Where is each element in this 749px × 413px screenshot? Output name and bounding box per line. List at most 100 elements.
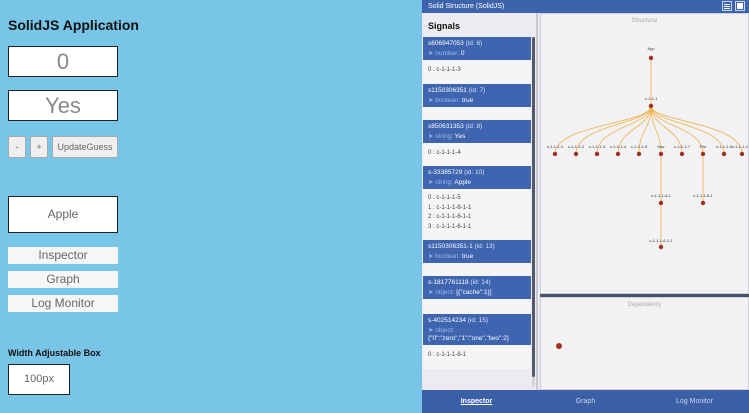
signal-value: Apple bbox=[454, 179, 472, 186]
signal-name: s850631353 bbox=[428, 122, 464, 130]
signal-id: (id: 13) bbox=[474, 243, 495, 250]
solid-app: SolidJS Application 0 Yes - + UpdateGues… bbox=[0, 0, 422, 413]
tree-node bbox=[700, 200, 706, 206]
tree-node bbox=[648, 55, 654, 61]
tree-edges bbox=[554, 58, 743, 247]
devtools-tabbar: Inspector Graph Log Monitor bbox=[422, 390, 749, 413]
tree-label: c-1-1-1-7 bbox=[674, 144, 691, 149]
signal-name: s1150306351-1 bbox=[428, 243, 473, 250]
signal-name: s1150306351 bbox=[428, 86, 467, 94]
devtools-panel: Solid Structure (SolidJS) Signals s60694… bbox=[422, 0, 749, 413]
signal-card[interactable]: s1150306351-1 (id: 13) ➤ boolean: true bbox=[423, 240, 531, 263]
increment-button[interactable]: + bbox=[30, 136, 48, 158]
signals-scrollbar-thumb[interactable] bbox=[532, 37, 535, 377]
graph-button[interactable]: Graph bbox=[8, 271, 118, 288]
decrement-button[interactable]: - bbox=[8, 136, 26, 158]
signals-list: s606947053 (id: 6) ➤ number: 0 0 : c-1-1… bbox=[423, 37, 531, 369]
signal-type: ➤ object: bbox=[428, 289, 455, 296]
log-monitor-button[interactable]: Log Monitor bbox=[8, 295, 118, 312]
tree-node bbox=[636, 151, 642, 157]
tree-node bbox=[739, 151, 745, 157]
signal-card[interactable]: s-402514234 (id: 15) ➤ object: {"0":"zer… bbox=[423, 314, 531, 345]
signal-children: 0 : c-1-1-1-8-1 bbox=[423, 345, 531, 369]
signal-id: (id: 14) bbox=[470, 279, 491, 286]
tree-label: c-1-1-1-10 bbox=[732, 144, 748, 149]
signal-value: [{"cache":1}] bbox=[456, 289, 492, 296]
dependency-graph-pane: Dependency bbox=[540, 297, 749, 390]
signal-child: 3 : c-1-1-1-6-1-1 bbox=[428, 223, 472, 230]
structural-graph-pane: Structural App c-1-1-1 c-1-1-1-1 c-1-1-1… bbox=[540, 13, 749, 294]
tree-node bbox=[679, 151, 685, 157]
signals-panel: Signals s606947053 (id: 6) ➤ number: 0 0… bbox=[422, 13, 538, 390]
tree-node bbox=[615, 151, 621, 157]
signal-name: s-33385729 bbox=[428, 169, 463, 176]
signals-heading: Signals bbox=[428, 21, 461, 31]
signal-type: ➤ object: bbox=[428, 327, 455, 334]
signals-scrollbar[interactable] bbox=[532, 37, 535, 387]
structural-label: Structural bbox=[631, 18, 658, 24]
devtools-title: Solid Structure (SolidJS) bbox=[428, 3, 505, 10]
tab-graph[interactable]: Graph bbox=[531, 390, 640, 413]
tree-label: c-1-1-1-3 bbox=[589, 144, 606, 149]
devtools-header: Solid Structure (SolidJS) bbox=[422, 0, 749, 13]
signal-type: ➤ string: bbox=[428, 179, 453, 186]
signal-card[interactable]: s850631353 (id: 8) ➤ string: Yes bbox=[423, 119, 531, 143]
signal-child: 0 : c-1-1-1-3 bbox=[428, 67, 461, 73]
fruit-display: Apple bbox=[8, 196, 118, 233]
signal-name: s-402514234 bbox=[428, 317, 466, 324]
signal-id: (id: 8) bbox=[465, 122, 483, 130]
signal-value: 0 bbox=[460, 50, 465, 57]
tree-label: c-1-1-1-9 bbox=[716, 144, 733, 149]
signal-name: s606947053 bbox=[428, 40, 464, 47]
signal-child: 0 : c-1-1-1-5 bbox=[428, 195, 461, 201]
tree-node bbox=[721, 151, 727, 157]
tree-node bbox=[648, 103, 654, 109]
tree-label: c-1-1-1 bbox=[645, 96, 658, 101]
tree-nodes bbox=[552, 55, 745, 250]
signal-child: 2 : c-1-1-1-6-1-1 bbox=[428, 214, 472, 220]
tree-label: c-1-1-1-6-1 bbox=[651, 193, 672, 198]
signal-children-empty bbox=[423, 263, 531, 276]
tree-node bbox=[700, 151, 706, 157]
signal-id: (id: 6) bbox=[465, 40, 483, 47]
signal-children: 0 : c-1-1-1-3 bbox=[423, 60, 531, 84]
tree-label: c-1-1-1-6-1-1 bbox=[649, 238, 673, 243]
tree-node bbox=[552, 151, 558, 157]
adjustable-box-title: Width Adjustable Box bbox=[8, 348, 101, 358]
tree-label: c-1-1-1-4 bbox=[610, 144, 627, 149]
tree-node bbox=[594, 151, 600, 157]
signal-children-empty bbox=[423, 106, 531, 120]
tab-log-monitor[interactable]: Log Monitor bbox=[640, 390, 749, 413]
adjustable-box[interactable]: 100px bbox=[8, 364, 70, 395]
signal-child: 0 : c-1-1-1-4 bbox=[428, 149, 461, 156]
signal-card[interactable]: s-33385729 (id: 10) ➤ string: Apple bbox=[423, 166, 531, 189]
signal-card[interactable]: s-1817761118 (id: 14) ➤ object: [{"cache… bbox=[423, 276, 531, 299]
tree-node bbox=[658, 200, 664, 206]
signal-value: {"0":"zero","1":"one","two":2} bbox=[428, 335, 509, 342]
inspector-button[interactable]: Inspector bbox=[8, 247, 118, 264]
signal-type: ➤ number: bbox=[428, 50, 460, 57]
signal-child: 1 : c-1-1-1-6-1-1 bbox=[428, 204, 472, 211]
tree-label: c-1-1-1-1 bbox=[547, 144, 564, 149]
tree-label: App bbox=[647, 46, 655, 51]
counter-display: 0 bbox=[8, 46, 118, 77]
tree-node bbox=[573, 151, 579, 157]
dependency-label: Dependency bbox=[627, 302, 662, 308]
tree-label: c-1-1-1-8-1 bbox=[693, 193, 714, 198]
tab-inspector[interactable]: Inspector bbox=[422, 390, 531, 413]
tree-node bbox=[658, 244, 664, 250]
app-title: SolidJS Application bbox=[8, 17, 139, 33]
signal-card[interactable]: s606947053 (id: 6) ➤ number: 0 bbox=[423, 37, 531, 60]
tree-label: c-1-1-1-5 bbox=[631, 144, 648, 149]
tree-node bbox=[658, 151, 664, 157]
signal-type: ➤ boolean: bbox=[428, 253, 461, 260]
update-guess-button[interactable]: UpdateGuess bbox=[52, 136, 118, 158]
signal-value: Yes bbox=[454, 132, 466, 140]
signal-card[interactable]: s1150306351 (id: 7) ➤ boolean: true bbox=[423, 83, 531, 107]
layout-rows-icon[interactable] bbox=[722, 1, 732, 11]
signal-type: ➤ string: bbox=[428, 132, 453, 140]
layout-columns-icon[interactable] bbox=[735, 1, 745, 11]
signal-children-empty bbox=[423, 299, 531, 314]
signal-value: true bbox=[462, 96, 474, 104]
tree-label: Nav bbox=[657, 144, 664, 149]
